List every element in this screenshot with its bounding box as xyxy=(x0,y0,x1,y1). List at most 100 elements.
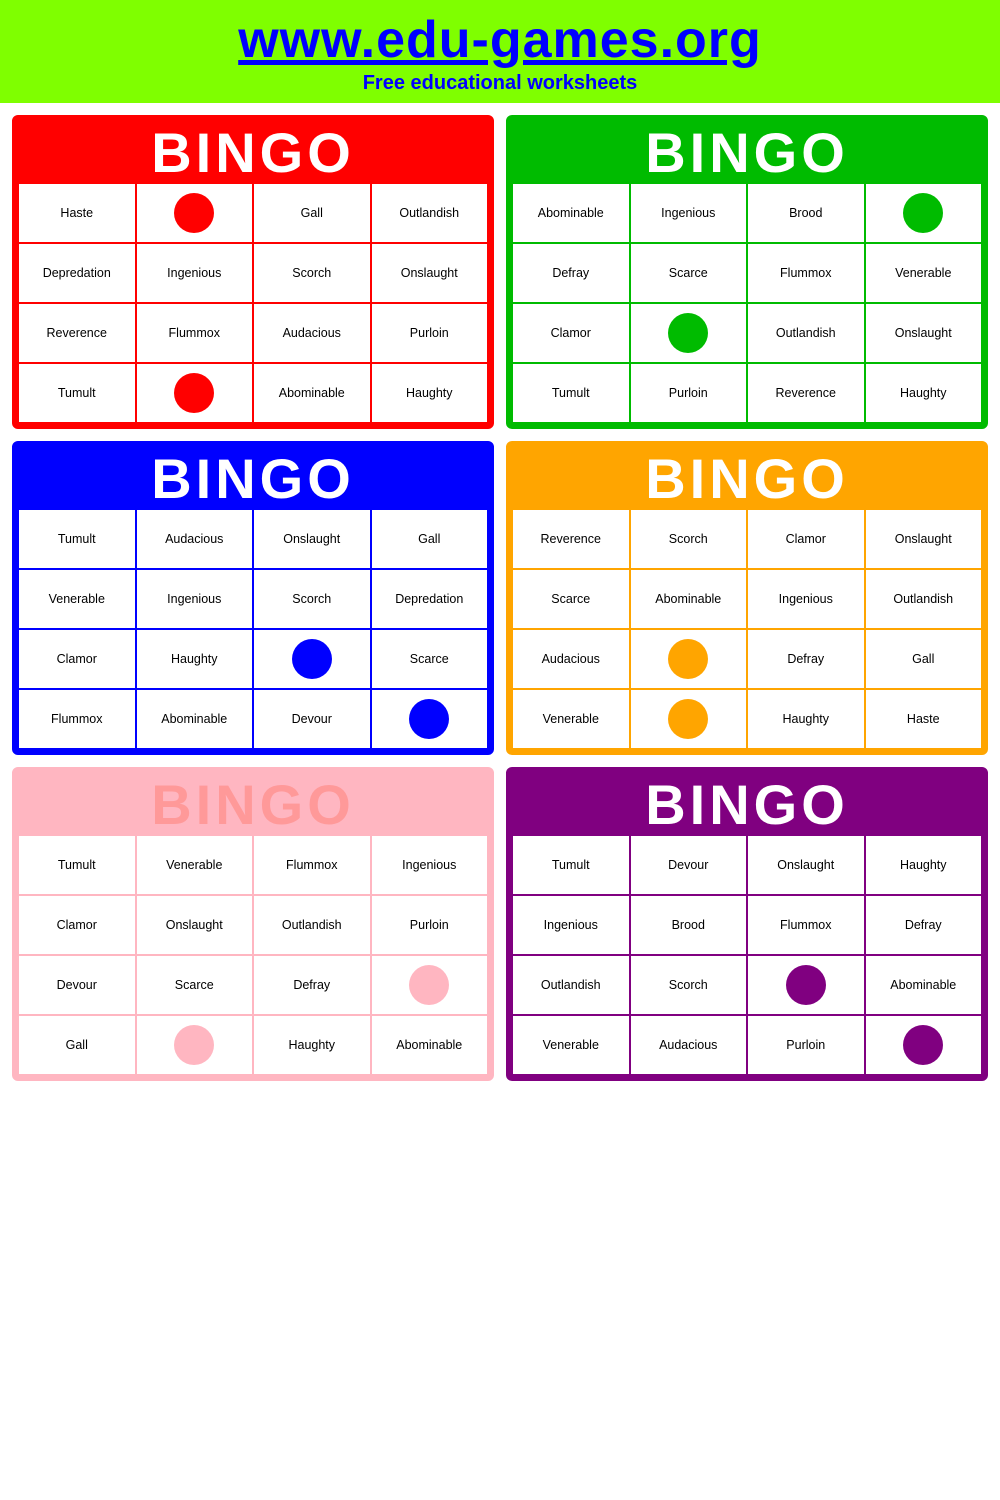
bingo-cell-card3-12: Flummox xyxy=(18,689,136,749)
bingo-cell-card6-4: Ingenious xyxy=(512,895,630,955)
bingo-cell-card6-6: Flummox xyxy=(747,895,865,955)
bingo-cell-card4-5: Abominable xyxy=(630,569,748,629)
bingo-cell-card3-8: Clamor xyxy=(18,629,136,689)
bingo-card-card2: BINGOAbominableIngeniousBrood DefrayScarc… xyxy=(506,115,988,429)
bingo-cell-card1-15: Haughty xyxy=(371,363,489,423)
bingo-cell-card2-12: Tumult xyxy=(512,363,630,423)
bingo-grid-card5: TumultVenerableFlummoxIngeniousClamorOns… xyxy=(18,835,488,1075)
bingo-cell-card5-13 xyxy=(136,1015,254,1075)
bingo-cell-card4-11: Gall xyxy=(865,629,983,689)
bingo-cell-card4-6: Ingenious xyxy=(747,569,865,629)
bingo-cell-card2-6: Flummox xyxy=(747,243,865,303)
bingo-header-card1: BINGO xyxy=(18,121,488,183)
bingo-cell-card3-7: Depredation xyxy=(371,569,489,629)
bingo-cell-card1-2: Gall xyxy=(253,183,371,243)
bingo-header-card4: BINGO xyxy=(512,447,982,509)
bingo-cell-card2-0: Abominable xyxy=(512,183,630,243)
header: www.edu-games.org Free educational works… xyxy=(0,0,1000,103)
bingo-cell-card4-0: Reverence xyxy=(512,509,630,569)
bingo-cell-card3-6: Scorch xyxy=(253,569,371,629)
bingo-cell-card5-15: Abominable xyxy=(371,1015,489,1075)
bingo-cell-card4-3: Onslaught xyxy=(865,509,983,569)
bingo-cell-card4-14: Haughty xyxy=(747,689,865,749)
bingo-cell-card6-8: Outlandish xyxy=(512,955,630,1015)
bingo-cell-card2-2: Brood xyxy=(747,183,865,243)
bingo-cell-card5-4: Clamor xyxy=(18,895,136,955)
bingo-cell-card5-0: Tumult xyxy=(18,835,136,895)
bingo-cell-card3-14: Devour xyxy=(253,689,371,749)
bingo-cell-card5-7: Purloin xyxy=(371,895,489,955)
bingo-cell-card5-2: Flummox xyxy=(253,835,371,895)
bingo-header-card3: BINGO xyxy=(18,447,488,509)
bingo-cell-card2-1: Ingenious xyxy=(630,183,748,243)
header-subtitle: Free educational worksheets xyxy=(0,72,1000,95)
bingo-cell-card1-3: Outlandish xyxy=(371,183,489,243)
bingo-cell-card6-5: Brood xyxy=(630,895,748,955)
circle-marker xyxy=(668,699,708,739)
bingo-cell-card6-13: Audacious xyxy=(630,1015,748,1075)
bingo-cell-card3-13: Abominable xyxy=(136,689,254,749)
bingo-cell-card2-11: Onslaught xyxy=(865,303,983,363)
bingo-cell-card5-6: Outlandish xyxy=(253,895,371,955)
bingo-cell-card4-7: Outlandish xyxy=(865,569,983,629)
bingo-cell-card5-12: Gall xyxy=(18,1015,136,1075)
bingo-cell-card2-9 xyxy=(630,303,748,363)
bingo-cell-card3-1: Audacious xyxy=(136,509,254,569)
bingo-cell-card3-4: Venerable xyxy=(18,569,136,629)
circle-marker xyxy=(174,1025,214,1065)
bingo-cell-card6-1: Devour xyxy=(630,835,748,895)
bingo-cell-card2-15: Haughty xyxy=(865,363,983,423)
header-title: www.edu-games.org xyxy=(0,10,1000,70)
bingo-cell-card6-3: Haughty xyxy=(865,835,983,895)
bingo-cell-card3-10 xyxy=(253,629,371,689)
bingo-cell-card6-15 xyxy=(865,1015,983,1075)
bingo-cell-card6-10 xyxy=(747,955,865,1015)
bingo-cell-card6-14: Purloin xyxy=(747,1015,865,1075)
bingo-cell-card1-9: Flummox xyxy=(136,303,254,363)
bingo-cell-card3-2: Onslaught xyxy=(253,509,371,569)
bingo-card-card1: BINGOHasteGallOutlandishDepredationIngen… xyxy=(12,115,494,429)
bingo-cell-card2-13: Purloin xyxy=(630,363,748,423)
bingo-header-card2: BINGO xyxy=(512,121,982,183)
circle-marker xyxy=(174,193,214,233)
bingo-cell-card1-8: Reverence xyxy=(18,303,136,363)
bingo-cell-card6-2: Onslaught xyxy=(747,835,865,895)
circle-marker xyxy=(786,965,826,1005)
bingo-cell-card1-11: Purloin xyxy=(371,303,489,363)
bingo-cell-card1-13 xyxy=(136,363,254,423)
bingo-grid-card2: AbominableIngeniousBrood DefrayScarceFlum… xyxy=(512,183,982,423)
bingo-cell-card6-7: Defray xyxy=(865,895,983,955)
circle-marker xyxy=(409,699,449,739)
bingo-cell-card5-3: Ingenious xyxy=(371,835,489,895)
bingo-cell-card3-11: Scarce xyxy=(371,629,489,689)
bingo-cell-card6-11: Abominable xyxy=(865,955,983,1015)
bingo-cell-card5-10: Defray xyxy=(253,955,371,1015)
bingo-cell-card1-1 xyxy=(136,183,254,243)
bingo-cell-card1-10: Audacious xyxy=(253,303,371,363)
bingo-header-card5: BINGO xyxy=(18,773,488,835)
bingo-header-card6: BINGO xyxy=(512,773,982,835)
bingo-cell-card2-7: Venerable xyxy=(865,243,983,303)
bingo-grid-card1: HasteGallOutlandishDepredationIngeniousS… xyxy=(18,183,488,423)
bingo-cell-card2-8: Clamor xyxy=(512,303,630,363)
bingo-cell-card2-4: Defray xyxy=(512,243,630,303)
bingo-card-card6: BINGOTumultDevourOnslaughtHaughty Ingenio… xyxy=(506,767,988,1081)
bingo-cell-card4-2: Clamor xyxy=(747,509,865,569)
bingo-cell-card3-9: Haughty xyxy=(136,629,254,689)
bingo-cell-card2-5: Scarce xyxy=(630,243,748,303)
circle-marker xyxy=(903,1025,943,1065)
bingo-cell-card6-0: Tumult xyxy=(512,835,630,895)
bingo-cell-card5-8: Devour xyxy=(18,955,136,1015)
bingo-card-card4: BINGOReverenceScorchClamorOnslaughtScarc… xyxy=(506,441,988,755)
bingo-cell-card1-4: Depredation xyxy=(18,243,136,303)
bingo-cell-card2-3 xyxy=(865,183,983,243)
bingo-cell-card3-5: Ingenious xyxy=(136,569,254,629)
bingo-cell-card1-7: Onslaught xyxy=(371,243,489,303)
bingo-cell-card4-10: Defray xyxy=(747,629,865,689)
circle-marker xyxy=(668,639,708,679)
bingo-cell-card4-4: Scarce xyxy=(512,569,630,629)
circle-marker xyxy=(409,965,449,1005)
bingo-cell-card1-6: Scorch xyxy=(253,243,371,303)
bingo-cell-card1-14: Abominable xyxy=(253,363,371,423)
bingo-grid-card3: TumultAudaciousOnslaughtGallVenerableIng… xyxy=(18,509,488,749)
